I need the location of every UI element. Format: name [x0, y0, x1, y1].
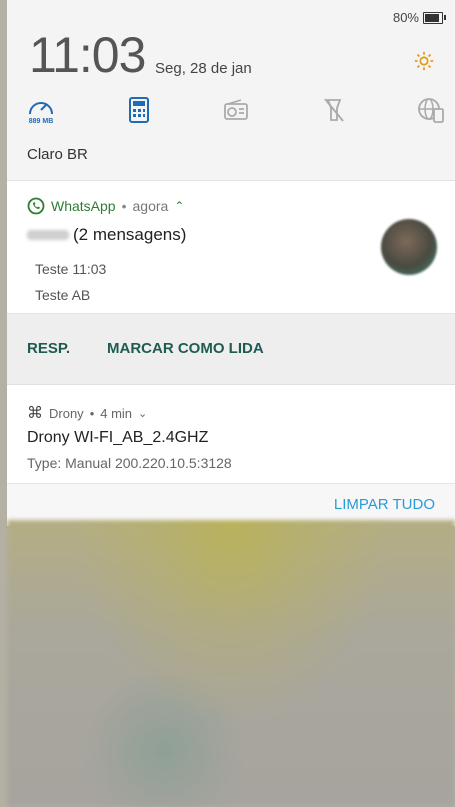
notification-time: 4 min — [100, 405, 133, 421]
notification-header: ⌘ Drony • 4 min ⌄ — [27, 403, 147, 423]
notification-text: Type: Manual 200.220.10.5:3128 — [27, 455, 232, 471]
battery-icon — [423, 11, 446, 24]
battery-status: 80% — [392, 10, 446, 25]
separator-dot: • — [121, 198, 127, 214]
command-key-icon: ⌘ — [27, 405, 43, 422]
expand-chevron-icon[interactable]: ⌃ — [174, 199, 184, 213]
settings-gear-icon[interactable] — [413, 50, 435, 78]
notification-time: agora — [132, 198, 169, 214]
message-line: Teste 11:03 — [35, 261, 107, 277]
app-name: Drony — [49, 405, 84, 421]
blurred-background — [7, 520, 455, 807]
clear-all-button[interactable]: LIMPAR TUDO — [334, 496, 435, 513]
notification-title: (2 mensagens) — [27, 225, 186, 245]
blurred-contact-name — [27, 230, 69, 240]
app-name: WhatsApp — [51, 198, 116, 214]
message-count: (2 mensagens) — [73, 225, 187, 244]
flashlight-off-icon[interactable] — [314, 92, 354, 128]
whatsapp-icon — [27, 197, 45, 215]
notification-title: Drony WI-FI_AB_2.4GHZ — [27, 429, 209, 446]
calculator-icon[interactable] — [119, 92, 159, 128]
data-speed-icon[interactable]: 889 MB — [21, 92, 61, 128]
expand-chevron-icon[interactable]: ⌄ — [138, 407, 147, 420]
message-line: Teste AB — [35, 287, 91, 303]
mark-as-read-button[interactable]: MARCAR COMO LIDA — [107, 340, 264, 357]
globe-phone-icon[interactable] — [411, 92, 451, 128]
notification-header: WhatsApp • agora ⌃ — [27, 197, 184, 215]
contact-avatar — [381, 219, 437, 275]
carrier-name: Claro BR — [27, 146, 88, 163]
separator-dot: • — [89, 405, 95, 421]
date: Seg, 28 de jan — [155, 60, 252, 77]
battery-percent: 80% — [392, 10, 419, 25]
notification-shade: 80% 11:03 Seg, 28 de jan 889 MB Claro BR… — [7, 0, 455, 526]
radio-icon[interactable] — [216, 92, 256, 128]
quick-tiles: 889 MB — [21, 92, 451, 128]
quick-settings: 80% 11:03 Seg, 28 de jan 889 MB Claro BR — [7, 0, 455, 181]
drony-notification[interactable]: ⌘ Drony • 4 min ⌄ Drony WI-FI_AB_2.4GHZ … — [7, 385, 455, 484]
reply-button[interactable]: RESP. — [27, 340, 70, 357]
whatsapp-notification[interactable]: WhatsApp • agora ⌃ (2 mensagens) Teste 1… — [7, 181, 455, 313]
clock: 11:03 — [29, 27, 146, 83]
data-usage-label: 889 MB — [28, 117, 54, 125]
notification-actions: RESP. MARCAR COMO LIDA — [7, 313, 455, 385]
